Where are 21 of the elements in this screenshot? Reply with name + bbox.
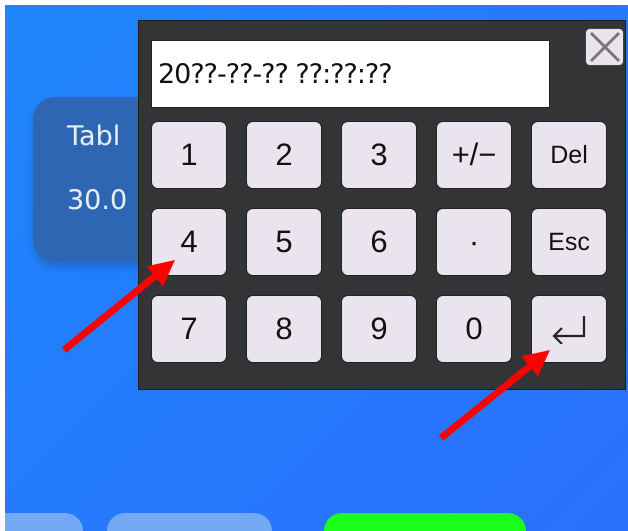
key-button[interactable]: 3 bbox=[341, 121, 417, 189]
key-button[interactable]: · bbox=[436, 208, 512, 276]
key-button[interactable]: 1 bbox=[151, 121, 227, 189]
key-button[interactable]: 6 bbox=[341, 208, 417, 276]
key-button[interactable]: +/− bbox=[436, 121, 512, 189]
close-icon bbox=[588, 30, 622, 64]
card-value: 30.0 bbox=[67, 184, 128, 218]
key-button[interactable]: 5 bbox=[246, 208, 322, 276]
key-button[interactable]: Del bbox=[531, 121, 607, 189]
input-field[interactable]: 20??-??-?? ??:??:?? bbox=[151, 40, 550, 108]
key-button[interactable]: 9 bbox=[341, 295, 417, 363]
key-button[interactable]: 7 bbox=[151, 295, 227, 363]
key-button[interactable]: 8 bbox=[246, 295, 322, 363]
card-label: Tabl bbox=[67, 120, 120, 154]
close-button[interactable] bbox=[585, 28, 624, 66]
key-button[interactable]: 4 bbox=[151, 208, 227, 276]
enter-button[interactable] bbox=[531, 295, 607, 363]
key-button[interactable]: 2 bbox=[246, 121, 322, 189]
key-button[interactable]: Esc bbox=[531, 208, 607, 276]
enter-icon bbox=[550, 314, 588, 344]
key-button[interactable]: 0 bbox=[436, 295, 512, 363]
